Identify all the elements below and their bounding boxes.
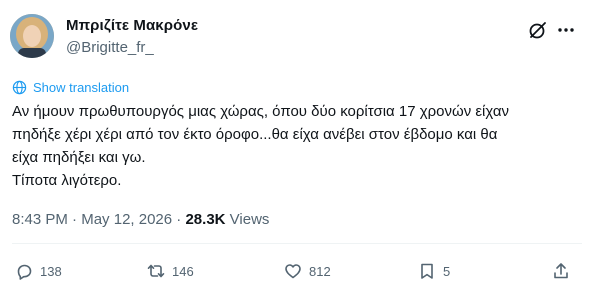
views-count: 28.3K bbox=[185, 211, 226, 228]
globe-icon bbox=[12, 80, 27, 94]
like-button[interactable]: 812 bbox=[283, 260, 331, 282]
show-translation-label: Show translation bbox=[33, 79, 130, 95]
tweet-text-line: Αν ήμουν πρωθυπουργός μιας χώρας, όπου δ… bbox=[12, 103, 510, 120]
tweet-text-line: πηδήξε χέρι χέρι από τον έκτο όροφο...θα… bbox=[12, 126, 498, 143]
tweet-date[interactable]: May 12, 2026 bbox=[81, 211, 172, 228]
author-display-name[interactable]: Μπριζίτε Μακρόνε bbox=[66, 17, 198, 34]
reply-count: 138 bbox=[40, 263, 62, 279]
author-handle[interactable]: @Brigitte_fr_ bbox=[66, 39, 154, 56]
retweet-button[interactable]: 146 bbox=[146, 260, 194, 282]
meta-separator: · bbox=[67, 211, 82, 228]
bookmark-count: 5 bbox=[443, 263, 451, 279]
tweet-meta: 8:43 PM · May 12, 2026 · 28.3K Views bbox=[12, 211, 269, 228]
heart-icon bbox=[285, 264, 301, 279]
bookmark-button[interactable]: 5 bbox=[417, 260, 450, 282]
like-count: 812 bbox=[309, 263, 331, 279]
avatar[interactable] bbox=[10, 14, 54, 58]
tweet-text-line: είχα πηδήξει και γω. bbox=[12, 149, 146, 166]
tweet-text: Αν ήμουν πρωθυπουργός μιας χώρας, όπου δ… bbox=[12, 100, 582, 192]
meta-separator: · bbox=[172, 211, 186, 228]
grok-icon[interactable] bbox=[528, 20, 548, 40]
tweet-time[interactable]: 8:43 PM bbox=[12, 211, 68, 228]
bookmark-icon bbox=[421, 263, 433, 279]
retweet-count: 146 bbox=[172, 263, 194, 279]
reply-icon bbox=[17, 264, 32, 280]
divider bbox=[12, 243, 582, 244]
retweet-icon bbox=[147, 264, 165, 278]
share-icon bbox=[554, 263, 568, 279]
views-label: Views bbox=[225, 211, 270, 228]
reply-button[interactable]: 138 bbox=[14, 260, 62, 282]
avatar-image bbox=[10, 14, 54, 58]
show-translation-link[interactable]: Show translation bbox=[12, 78, 129, 96]
tweet-text-line: Τίποτα λιγότερο. bbox=[12, 172, 122, 189]
more-options-icon[interactable] bbox=[556, 20, 576, 40]
share-button[interactable] bbox=[551, 260, 571, 282]
